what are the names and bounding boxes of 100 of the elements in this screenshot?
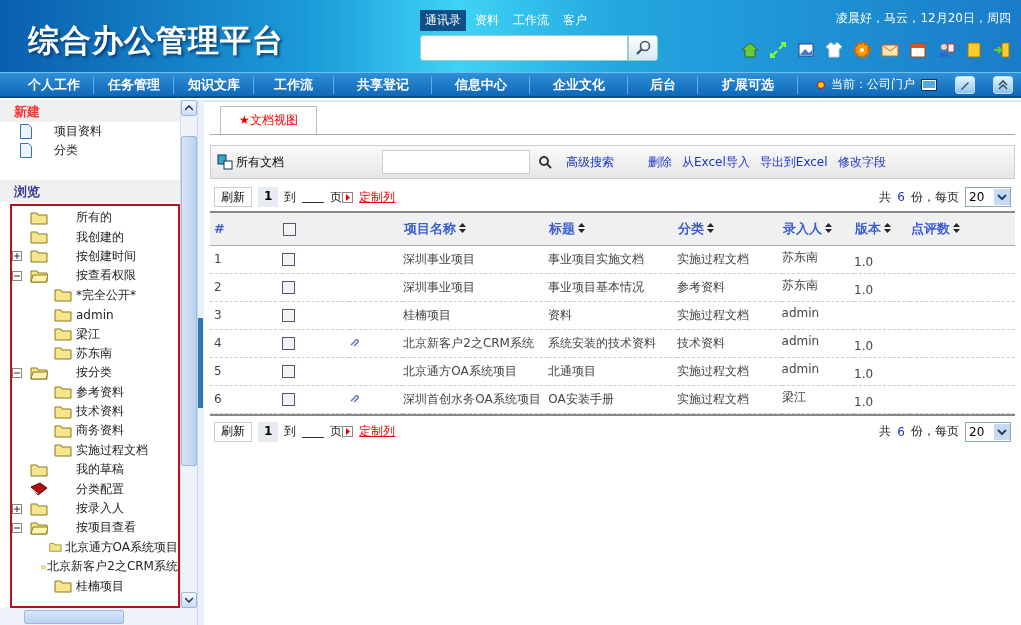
row-checkbox[interactable]	[281, 281, 295, 294]
splitter-handle[interactable]	[198, 317, 203, 408]
tree-item[interactable]: 苏东南	[76, 344, 112, 362]
column-header[interactable]: 项目名称	[404, 220, 457, 236]
table-cell: 苏东南	[781, 277, 818, 292]
tree-item[interactable]: 所有的	[76, 209, 112, 227]
nav-item[interactable]: 知识文库	[174, 75, 254, 94]
tree-item[interactable]: 实施过程文档	[76, 441, 148, 459]
nav-item[interactable]: 个人工作	[14, 75, 94, 94]
search-field[interactable]	[420, 35, 628, 61]
nav-item[interactable]: 任务管理	[94, 75, 174, 94]
nav-item[interactable]: 扩展可选	[698, 75, 798, 94]
picture-frame-icon[interactable]	[797, 41, 815, 59]
vertical-scrollbar[interactable]	[180, 100, 197, 608]
action-link[interactable]: 导出到Excel	[759, 153, 828, 171]
tree-item[interactable]: 商务资料	[76, 422, 124, 440]
tree-item[interactable]: 分类配置	[76, 480, 124, 498]
collapse-icon[interactable]	[12, 270, 22, 281]
calendar-icon[interactable]	[909, 41, 927, 59]
pen-button[interactable]	[955, 75, 975, 94]
row-checkbox[interactable]	[281, 253, 295, 266]
refresh-button[interactable]: 刷新	[214, 421, 252, 442]
search-tab[interactable]: 通讯录	[420, 10, 466, 31]
exit-icon[interactable]	[993, 41, 1011, 59]
collapse-up-button[interactable]	[993, 75, 1013, 94]
search-icon[interactable]	[538, 155, 552, 169]
table-cell: admin	[781, 362, 820, 376]
document-view-tab[interactable]: ★文档视图	[220, 106, 317, 134]
action-link[interactable]: 从Excel导入	[682, 153, 750, 171]
collapse-icon[interactable]	[12, 522, 22, 533]
sort-icon[interactable]	[953, 222, 961, 233]
table-cell: 1.0	[854, 395, 874, 409]
row-checkbox[interactable]	[281, 309, 295, 322]
pager-text: 份，每页	[911, 423, 959, 440]
tree-item[interactable]: 北京新客户2之CRM系统	[47, 558, 178, 576]
tree-item[interactable]: 按录入人	[76, 500, 124, 518]
per-page-select[interactable]: 20	[965, 187, 1011, 207]
tree-item[interactable]: admin	[76, 307, 114, 322]
table-cell: 实施过程文档	[676, 307, 749, 322]
monitor-icon[interactable]	[921, 78, 937, 91]
sort-icon[interactable]	[706, 222, 714, 233]
sort-icon[interactable]	[459, 222, 467, 233]
tree-item[interactable]: 技术资料	[76, 403, 124, 421]
documents-icon	[217, 154, 233, 170]
tree-item[interactable]: 我创建的	[76, 228, 124, 246]
expand-icon[interactable]	[12, 251, 22, 262]
go-icon[interactable]	[342, 191, 354, 203]
nav-item[interactable]: 后台	[628, 75, 698, 94]
column-header[interactable]: 分类	[677, 220, 704, 236]
tree-item[interactable]: 我的草稿	[76, 461, 124, 479]
collapse-icon[interactable]	[12, 367, 22, 378]
envelope-icon[interactable]	[881, 41, 899, 59]
row-number: 3	[214, 308, 222, 322]
action-link[interactable]: 删除	[648, 153, 672, 171]
open-folder-icon	[30, 520, 48, 535]
select-all-checkbox[interactable]	[282, 223, 296, 237]
search-field[interactable]	[382, 150, 530, 174]
shirt-icon[interactable]	[825, 41, 843, 59]
column-header[interactable]: 点评数	[911, 220, 951, 236]
tree-item[interactable]: 参考资料	[76, 383, 124, 401]
nav-item[interactable]: 信息中心	[432, 75, 530, 94]
tree-item[interactable]: 按创建时间	[76, 247, 136, 265]
tree-item[interactable]: 按分类	[76, 364, 112, 382]
nav-item[interactable]: 企业文化	[530, 75, 628, 94]
sort-icon[interactable]	[884, 222, 891, 233]
nav-item[interactable]: 共享登记	[334, 75, 432, 94]
scroll-up-button[interactable]	[181, 100, 197, 116]
tree-item[interactable]: 北京通方OA系统项目	[64, 538, 178, 556]
refresh-button[interactable]: 刷新	[214, 187, 252, 207]
arrows-icon[interactable]	[769, 41, 787, 59]
expand-icon[interactable]	[12, 503, 22, 514]
book-icon	[30, 482, 48, 497]
row-checkbox[interactable]	[281, 337, 295, 350]
tree-item[interactable]: 梁江	[76, 325, 100, 343]
tree-item[interactable]: 按查看权限	[76, 267, 136, 285]
sort-icon[interactable]	[578, 222, 586, 233]
new-item-link[interactable]: 分类	[0, 141, 180, 160]
horizontal-scrollbar[interactable]	[0, 608, 197, 625]
column-header[interactable]: 标题	[549, 220, 576, 236]
gear-icon[interactable]	[853, 41, 871, 59]
action-link[interactable]: 修改字段	[837, 153, 886, 171]
scroll-down-button[interactable]	[181, 592, 197, 608]
table-cell: 深圳首创水务OA系统项目	[403, 391, 541, 406]
row-checkbox[interactable]	[281, 365, 295, 378]
tree-item[interactable]: 桂楠项目	[76, 577, 124, 595]
action-link[interactable]: 高级搜索	[566, 153, 614, 171]
new-item-link[interactable]: 项目资料	[0, 122, 180, 141]
customize-columns-link[interactable]: 定制列	[359, 188, 396, 206]
tree-item[interactable]: 按项目查看	[76, 519, 136, 537]
row-checkbox[interactable]	[281, 393, 295, 406]
page-number: 1	[258, 187, 279, 207]
go-icon[interactable]	[342, 426, 354, 437]
sort-icon[interactable]	[824, 222, 832, 233]
tree-item[interactable]: *完全公开*	[76, 286, 136, 304]
home-icon[interactable]	[741, 41, 759, 59]
nav-item[interactable]: 工作流	[254, 75, 334, 94]
user-icon[interactable]	[937, 41, 955, 59]
per-page-select[interactable]: 20	[965, 421, 1011, 442]
search-button[interactable]	[628, 35, 658, 61]
customize-columns-link[interactable]: 定制列	[359, 423, 396, 440]
